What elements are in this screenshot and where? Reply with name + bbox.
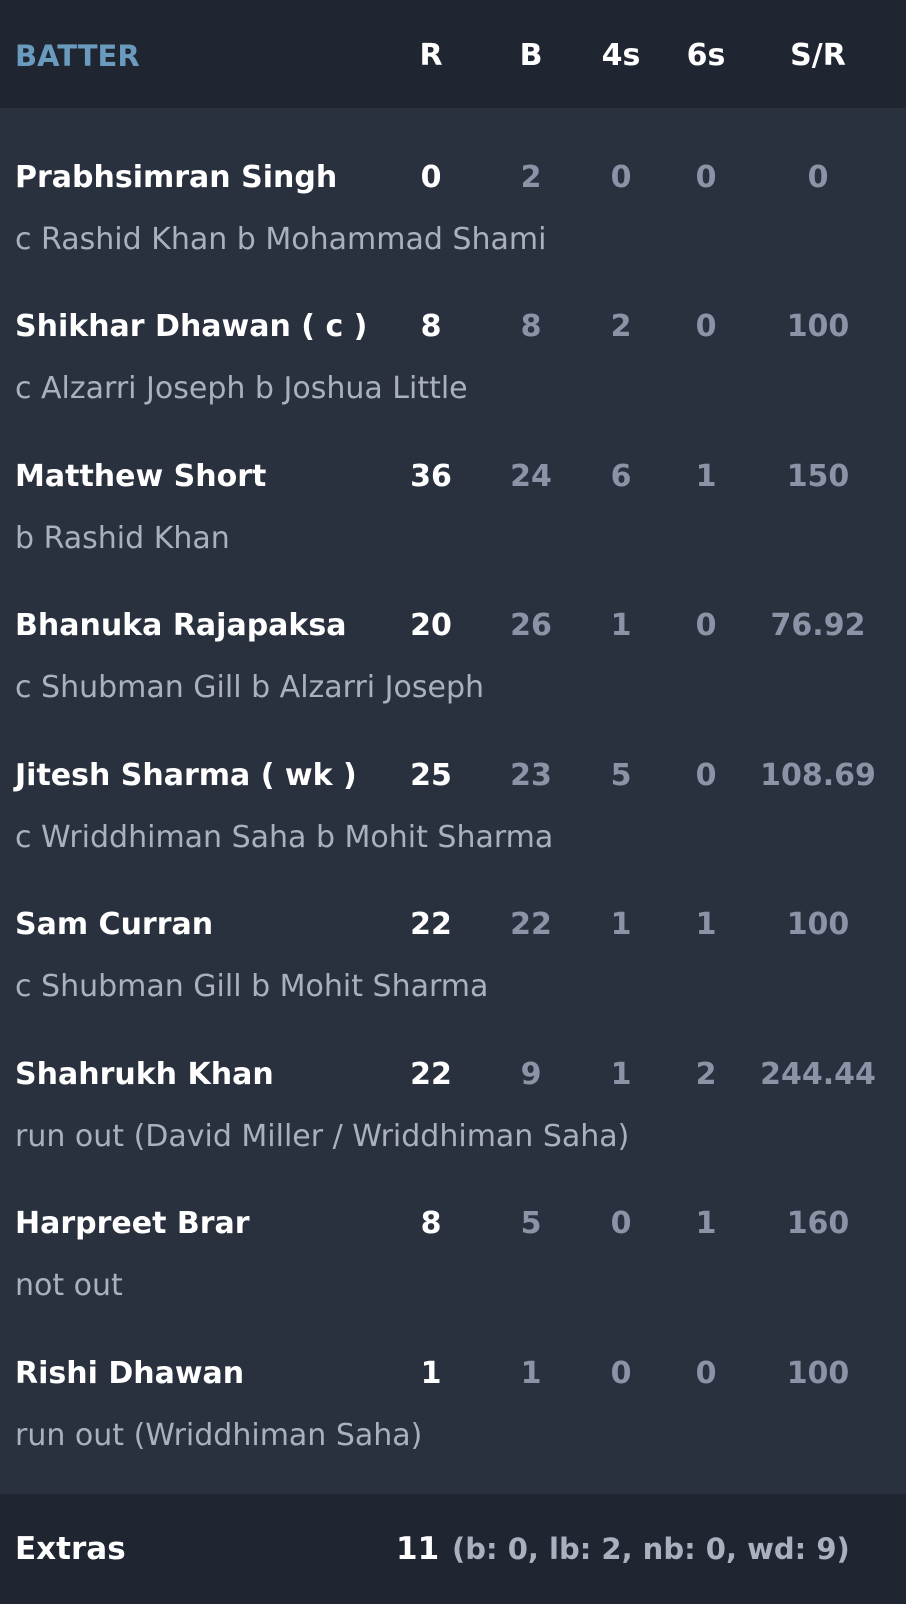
batter-runs: 1 <box>420 1356 442 1391</box>
batter-dismissal: c Shubman Gill b Alzarri Joseph <box>15 670 485 705</box>
batter-sixes: 0 <box>695 1356 717 1391</box>
batter-name: Bhanuka Rajapaksa <box>15 608 347 643</box>
batter-strike-rate: 100 <box>786 907 850 942</box>
batter-fours: 1 <box>610 608 632 643</box>
runs-column-header: R <box>419 38 443 73</box>
extras-breakdown: (b: 0, lb: 2, nb: 0, wd: 9) <box>452 1532 850 1566</box>
batter-row[interactable]: Shahrukh Khan 22 9 1 2 244.44 run out (D… <box>0 1019 906 1169</box>
batter-runs: 8 <box>420 1206 442 1241</box>
batter-dismissal: c Shubman Gill b Mohit Sharma <box>15 969 489 1004</box>
batter-fours: 1 <box>610 1057 632 1092</box>
batter-runs: 22 <box>410 1057 452 1092</box>
scorecard-header: BATTER R B 4s 6s S/R <box>0 0 906 108</box>
batter-fours: 1 <box>610 907 632 942</box>
batter-fours: 5 <box>610 758 632 793</box>
batter-row[interactable]: Rishi Dhawan 1 1 0 0 100 run out (Wriddh… <box>0 1318 906 1468</box>
batter-runs: 8 <box>420 309 442 344</box>
batter-fours: 0 <box>610 160 632 195</box>
batter-column-header: BATTER <box>15 39 140 73</box>
balls-column-header: B <box>519 38 543 73</box>
batter-row[interactable]: Sam Curran 22 22 1 1 100 c Shubman Gill … <box>0 869 906 1019</box>
batter-name: Shikhar Dhawan ( c ) <box>15 309 368 344</box>
batter-strike-rate: 100 <box>786 1356 850 1391</box>
batter-balls: 26 <box>510 608 552 643</box>
fours-column-header: 4s <box>601 38 641 73</box>
extras-total: 11 <box>396 1531 440 1567</box>
batter-sixes: 2 <box>695 1057 717 1092</box>
batter-strike-rate: 0 <box>807 160 829 195</box>
batter-name: Harpreet Brar <box>15 1206 250 1241</box>
batter-name: Shahrukh Khan <box>15 1057 274 1092</box>
batter-runs: 36 <box>410 459 452 494</box>
batter-row[interactable]: Harpreet Brar 8 5 0 1 160 not out <box>0 1168 906 1318</box>
batter-sixes: 0 <box>695 309 717 344</box>
batter-name: Prabhsimran Singh <box>15 160 338 195</box>
batter-strike-rate: 108.69 <box>760 758 876 793</box>
batter-runs: 20 <box>410 608 452 643</box>
batter-fours: 6 <box>610 459 632 494</box>
batter-sixes: 1 <box>695 459 717 494</box>
batter-runs: 22 <box>410 907 452 942</box>
batter-balls: 5 <box>520 1206 542 1241</box>
batter-strike-rate: 76.92 <box>770 608 866 643</box>
batter-strike-rate: 244.44 <box>760 1057 876 1092</box>
batter-row[interactable]: Matthew Short 36 24 6 1 150 b Rashid Kha… <box>0 421 906 571</box>
batter-fours: 2 <box>610 309 632 344</box>
batter-sixes: 1 <box>695 907 717 942</box>
batter-balls: 22 <box>510 907 552 942</box>
batter-runs: 25 <box>410 758 452 793</box>
extras-row: Extras 11 (b: 0, lb: 2, nb: 0, wd: 9) <box>0 1494 906 1604</box>
strike-rate-column-header: S/R <box>790 38 846 73</box>
batter-strike-rate: 160 <box>786 1206 850 1241</box>
batter-row[interactable]: Shikhar Dhawan ( c ) 8 8 2 0 100 c Alzar… <box>0 271 906 421</box>
batter-dismissal: run out (David Miller / Wriddhiman Saha) <box>15 1119 630 1154</box>
batter-balls: 1 <box>520 1356 542 1391</box>
batting-scorecard: BATTER R B 4s 6s S/R Prabhsimran Singh 0… <box>0 0 906 1604</box>
batter-runs: 0 <box>420 160 442 195</box>
batter-strike-rate: 100 <box>786 309 850 344</box>
batter-row[interactable]: Bhanuka Rajapaksa 20 26 1 0 76.92 c Shub… <box>0 570 906 720</box>
batter-name: Rishi Dhawan <box>15 1356 245 1391</box>
batter-balls: 2 <box>520 160 542 195</box>
batter-dismissal: run out (Wriddhiman Saha) <box>15 1418 423 1453</box>
batter-fours: 0 <box>610 1206 632 1241</box>
batter-name: Matthew Short <box>15 459 267 494</box>
batter-dismissal: c Alzarri Joseph b Joshua Little <box>15 371 468 406</box>
batter-sixes: 0 <box>695 758 717 793</box>
batter-sixes: 0 <box>695 608 717 643</box>
batter-sixes: 0 <box>695 160 717 195</box>
batter-balls: 8 <box>520 309 542 344</box>
batter-dismissal: c Wriddhiman Saha b Mohit Sharma <box>15 820 554 855</box>
batter-fours: 0 <box>610 1356 632 1391</box>
batter-name: Sam Curran <box>15 907 214 942</box>
batter-row[interactable]: Prabhsimran Singh 0 2 0 0 0 c Rashid Kha… <box>0 122 906 272</box>
batter-sixes: 1 <box>695 1206 717 1241</box>
batter-name: Jitesh Sharma ( wk ) <box>15 758 357 793</box>
batter-balls: 9 <box>520 1057 542 1092</box>
batter-row[interactable]: Jitesh Sharma ( wk ) 25 23 5 0 108.69 c … <box>0 720 906 870</box>
extras-label: Extras <box>15 1531 126 1567</box>
batter-dismissal: not out <box>15 1268 123 1303</box>
sixes-column-header: 6s <box>686 38 726 73</box>
batter-dismissal: c Rashid Khan b Mohammad Shami <box>15 222 547 257</box>
batter-balls: 24 <box>510 459 552 494</box>
batter-strike-rate: 150 <box>786 459 850 494</box>
batter-dismissal: b Rashid Khan <box>15 521 230 556</box>
batter-balls: 23 <box>510 758 552 793</box>
